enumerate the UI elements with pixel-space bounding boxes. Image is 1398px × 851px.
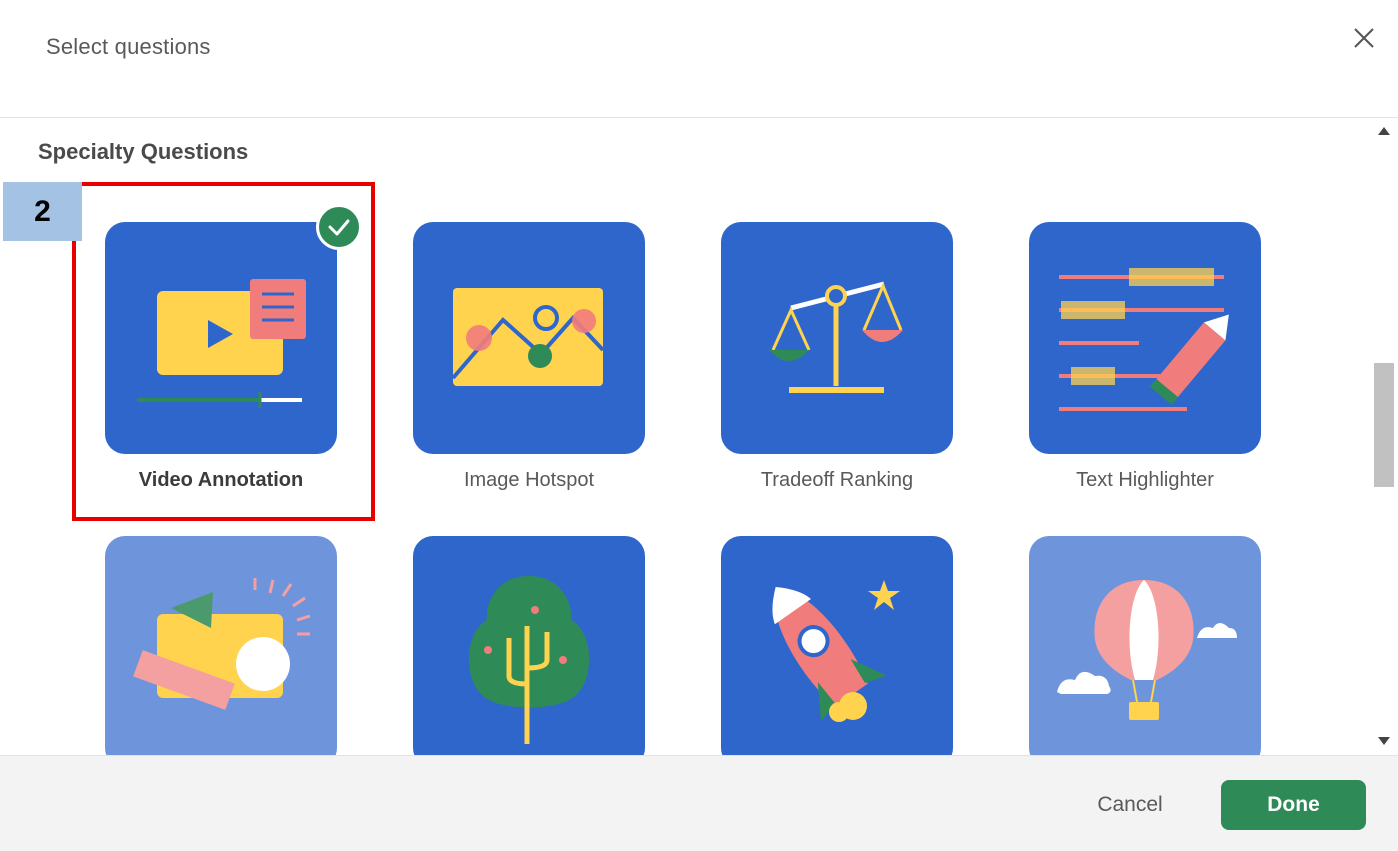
select-questions-dialog: Select questions Specialty Questions Vid… <box>0 0 1398 851</box>
cancel-button[interactable]: Cancel <box>1070 780 1190 830</box>
creative-shapes-icon <box>133 578 311 710</box>
questions-content: Specialty Questions Video Annotation Ima… <box>0 119 1370 755</box>
tradeoff-ranking-icon <box>769 281 903 393</box>
video-annotation-icon <box>137 279 306 408</box>
checkmark-icon <box>328 219 350 236</box>
close-button[interactable] <box>1348 22 1380 54</box>
rocket-icon <box>772 580 900 722</box>
card-label: Text Highlighter <box>1076 469 1214 491</box>
done-button[interactable]: Done <box>1221 780 1366 830</box>
step-number-badge: 2 <box>3 182 82 241</box>
close-icon <box>1354 28 1374 48</box>
image-hotspot-icon <box>451 288 605 386</box>
vertical-scrollbar[interactable] <box>1370 119 1398 755</box>
text-highlighter-tile <box>1029 222 1261 454</box>
tree-icon <box>468 576 590 744</box>
text-highlighter-icon <box>1059 268 1229 411</box>
image-hotspot-tile <box>413 222 645 454</box>
tradeoff-ranking-tile <box>721 222 953 454</box>
scroll-down-arrow-icon[interactable] <box>1378 737 1390 745</box>
section-title: Specialty Questions <box>38 139 249 164</box>
dialog-title: Select questions <box>46 34 211 59</box>
creative-shapes-tile <box>105 536 337 755</box>
video-annotation-tile <box>105 222 337 454</box>
card-label: Video Annotation <box>138 469 304 491</box>
card-label: Tradeoff Ranking <box>760 469 914 491</box>
dialog-header: Select questions <box>0 0 1398 118</box>
dialog-footer: Cancel Done <box>0 755 1398 851</box>
selected-check-badge <box>316 204 362 250</box>
card-label: Image Hotspot <box>463 469 595 491</box>
rocket-tile <box>721 536 953 755</box>
hot-air-balloon-tile <box>1029 536 1261 755</box>
scroll-thumb[interactable] <box>1374 363 1394 487</box>
hot-air-balloon-icon <box>1057 580 1237 720</box>
tree-tile <box>413 536 645 755</box>
scroll-up-arrow-icon[interactable] <box>1378 127 1390 135</box>
